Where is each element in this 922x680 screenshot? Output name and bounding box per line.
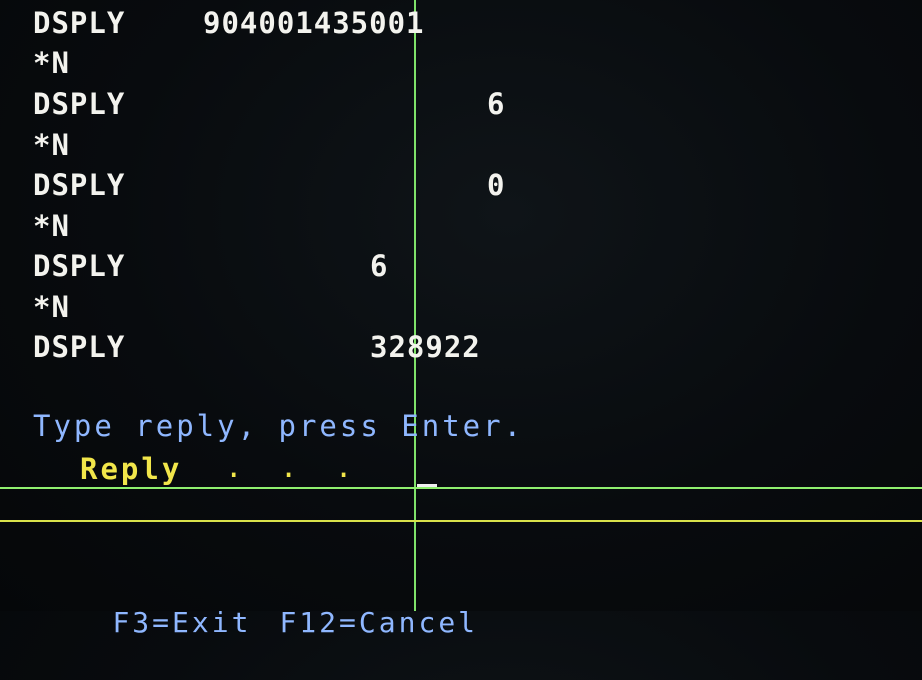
- input-underline: [0, 487, 922, 489]
- separator-line: [0, 520, 922, 522]
- message-label: DSPLY: [33, 6, 126, 40]
- message-value: 6: [370, 249, 389, 283]
- f3-exit-key[interactable]: F3=Exit: [112, 604, 251, 642]
- message-label: DSPLY: [33, 330, 126, 364]
- reply-label: Reply: [80, 452, 183, 486]
- message-label: *N: [33, 290, 70, 324]
- function-key-bar: F3=Exit F12=Cancel: [33, 566, 478, 680]
- reply-leader-dots: . . .: [225, 450, 363, 484]
- message-value: 328922: [370, 330, 481, 364]
- message-label: *N: [33, 46, 70, 80]
- message-label: *N: [33, 209, 70, 243]
- message-label: *N: [33, 128, 70, 162]
- message-label: DSPLY: [33, 168, 126, 202]
- reply-instructions: Type reply, press Enter.: [33, 409, 525, 443]
- message-value: 0: [487, 168, 506, 202]
- message-label: DSPLY: [33, 249, 126, 283]
- reply-input[interactable]: [417, 476, 907, 492]
- terminal-screen: DSPLY 904001435001 *N DSPLY 6 *N DSPLY 0…: [0, 0, 922, 639]
- f12-cancel-key[interactable]: F12=Cancel: [279, 604, 478, 642]
- message-value: 904001435001: [203, 6, 425, 40]
- message-label: DSPLY: [33, 87, 126, 121]
- message-value: 6: [487, 87, 506, 121]
